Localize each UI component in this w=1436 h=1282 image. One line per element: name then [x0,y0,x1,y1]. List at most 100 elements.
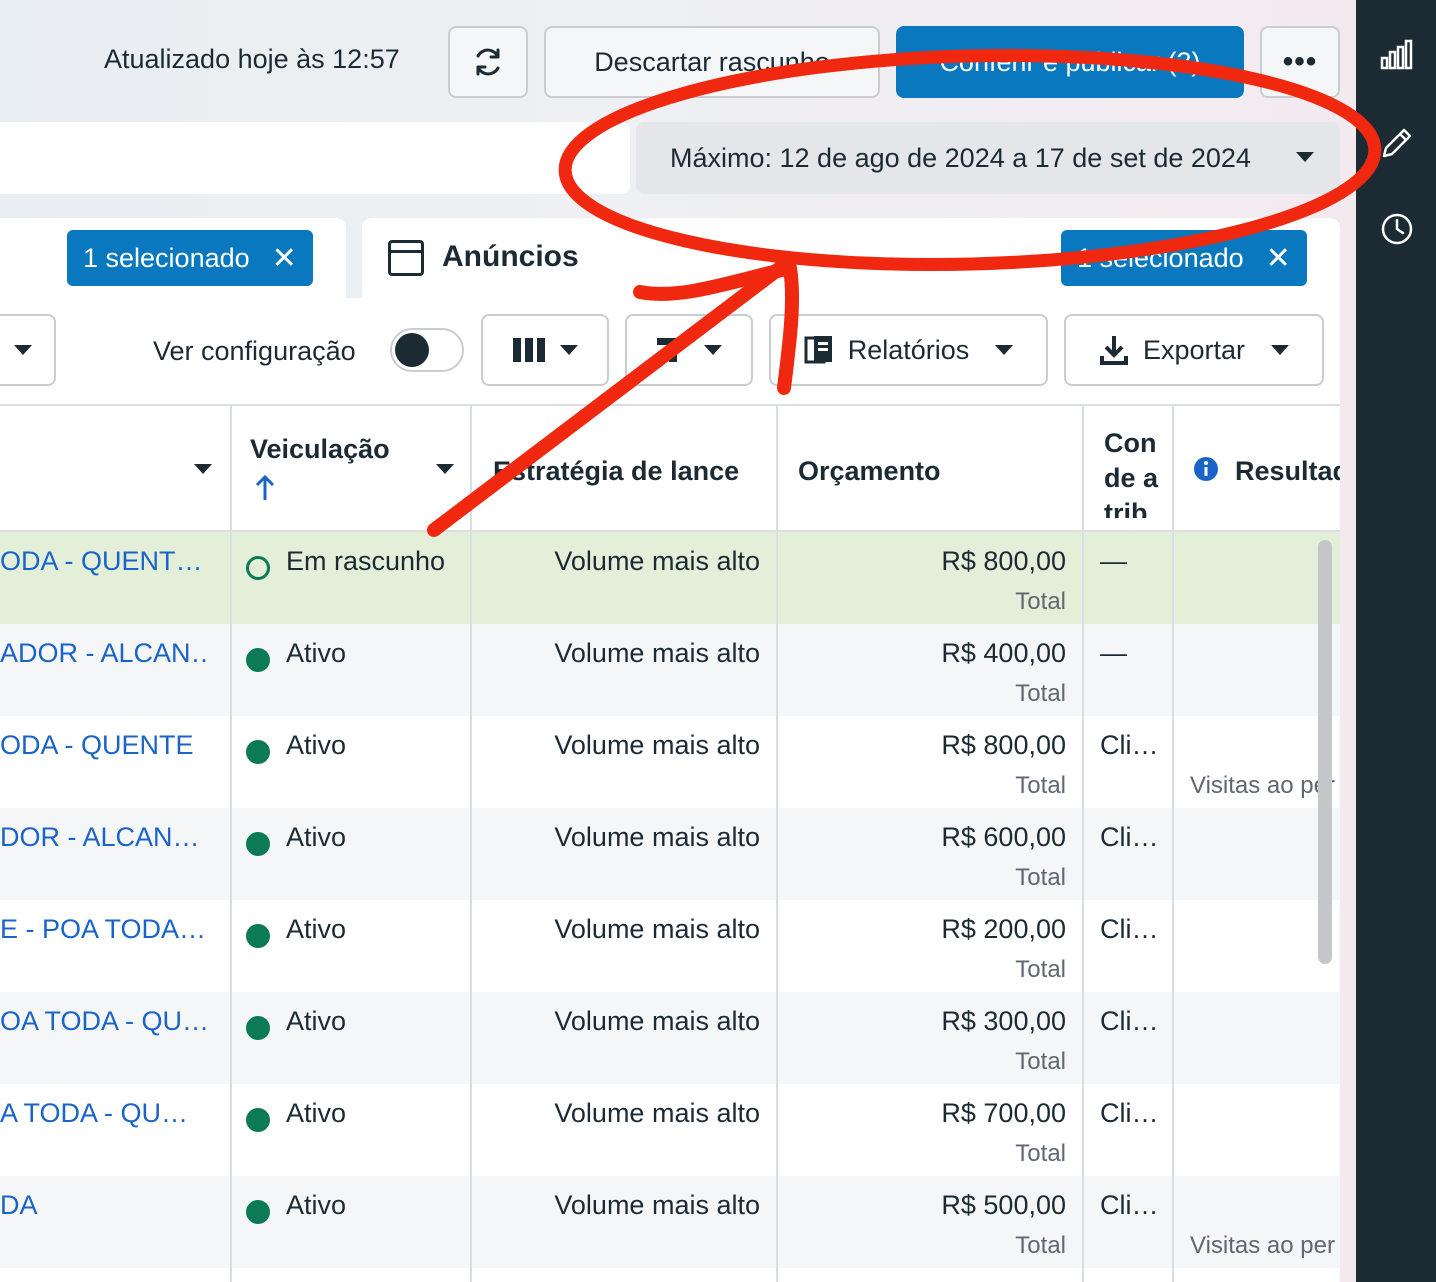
view-dropdown-button[interactable] [0,314,56,386]
columns-button[interactable] [481,314,609,386]
ad-name-link[interactable]: E - POA TODA… [0,914,210,945]
ads-manager-main: Atualizado hoje às 12:57 Descartar rascu… [0,0,1356,1282]
table-scrollbar[interactable] [1318,540,1332,964]
ad-name-link[interactable]: ODA - QUENT… [0,546,210,577]
chevron-down-icon [1271,345,1290,355]
close-icon[interactable]: ✕ [1266,241,1291,276]
status-active-icon [246,832,270,856]
column-divider [1172,404,1174,1282]
sort-dropdown-icon[interactable] [194,464,212,474]
info-icon[interactable] [1193,456,1219,482]
attribution-value: Cli… [1100,1098,1159,1128]
bid-strategy: Volume mais alto [554,1098,760,1128]
bid-strategy: Volume mais alto [554,730,760,760]
chevron-down-icon [995,345,1014,355]
header-resultados-label: Resultados [1235,456,1340,486]
discard-draft-button[interactable]: Descartar rascunho [544,26,880,98]
budget-type: Total [1015,772,1066,799]
search-bar[interactable] [0,122,630,194]
result-type: Visitas ao per [1190,1232,1335,1259]
date-range-label: Máximo: 12 de ago de 2024 a 17 de set de… [670,142,1251,173]
bid-strategy: Volume mais alto [554,638,760,668]
status-text: Ativo [286,730,347,760]
column-divider [776,404,778,1282]
export-label: Exportar [1142,334,1246,365]
attribution-value: Cli… [1100,1190,1159,1220]
budget-value[interactable]: R$ 800,00 [778,730,1066,761]
table-row[interactable]: DA Ativo Volume mais alto R$ 500,00 Tota… [0,1176,1340,1268]
budget-value[interactable]: R$ 400,00 [778,638,1066,669]
attribution-value: Cli… [1100,1006,1159,1036]
attribution-value: Cli… [1100,730,1159,760]
breakdown-button[interactable] [625,314,753,386]
status-active-icon [246,1016,270,1040]
chevron-down-icon[interactable] [436,464,454,474]
budget-value[interactable]: R$ 700,00 [778,1098,1066,1129]
ad-name-link[interactable]: DA [0,1190,210,1221]
budget-type: Total [1015,956,1066,983]
date-range-picker[interactable]: Máximo: 12 de ago de 2024 a 17 de set de… [636,122,1340,194]
ad-name-link[interactable]: A TODA - QU… [0,1098,210,1129]
header-resultados[interactable]: Resultados [1235,456,1340,487]
bar-chart-icon[interactable] [1380,38,1414,72]
table-row[interactable]: ODA - QUENT… Em rascunho Volume mais alt… [0,532,1340,624]
status-active-icon [246,1108,270,1132]
selection-chip-ads[interactable]: 1 selecionado ✕ [1061,230,1307,286]
status-text: Ativo [286,1098,347,1128]
status-text: Ativo [286,822,347,852]
review-publish-button[interactable]: Conferir e publicar (3) [896,26,1244,98]
budget-value[interactable]: R$ 800,00 [778,546,1066,577]
status-draft-icon [246,556,270,580]
clock-icon[interactable] [1380,212,1414,246]
status-active-icon [246,924,270,948]
table-row[interactable]: OA TODA - QU… Ativo Volume mais alto R$ … [0,992,1340,1084]
status-text: Ativo [286,638,347,668]
more-options-button[interactable]: ••• [1260,26,1340,98]
table-row[interactable]: A TODA - QU… Ativo Volume mais alto R$ 7… [0,1084,1340,1176]
columns-icon [513,338,545,362]
column-divider [230,404,232,1282]
bid-strategy: Volume mais alto [554,914,760,944]
column-divider [470,404,472,1282]
chevron-down-icon [14,345,32,355]
sort-ascending-icon[interactable] [254,474,276,502]
budget-value[interactable]: R$ 500,00 [778,1190,1066,1221]
reports-button[interactable]: Relatórios [769,314,1048,386]
reports-icon [804,336,832,364]
selection-chip-label: 1 selecionado [1077,242,1244,273]
budget-type: Total [1015,588,1066,615]
export-button[interactable]: Exportar [1064,314,1324,386]
bid-strategy: Volume mais alto [554,822,760,852]
ad-name-link[interactable]: ADOR - ALCAN… [0,638,210,669]
table-row[interactable]: E - POA TODA… Ativo Volume mais alto R$ … [0,900,1340,992]
selection-chip-ad-sets[interactable]: 1 selecionado ✕ [67,230,313,286]
reports-label: Relatórios [847,334,970,365]
refresh-icon [476,48,500,76]
budget-value[interactable]: R$ 300,00 [778,1006,1066,1037]
close-icon[interactable]: ✕ [272,241,297,276]
header-config-atribuicao[interactable]: Con de atrib [1104,426,1162,518]
ad-name-link[interactable]: OA TODA - QU… [0,1006,210,1037]
budget-type: Total [1015,1232,1066,1259]
status-text: Ativo [286,1006,347,1036]
pencil-icon[interactable] [1380,126,1414,160]
header-veiculacao[interactable]: Veiculação [250,434,390,465]
ad-name-link[interactable]: ODA - QUENTE [0,730,210,761]
budget-value[interactable]: R$ 200,00 [778,914,1066,945]
header-estrategia-lance[interactable]: Estratégia de lance [493,456,739,487]
view-settings-toggle[interactable] [390,328,464,372]
status-active-icon [246,648,270,672]
attribution-value: Cli… [1100,914,1159,944]
header-estrategia-label: Estratégia de lance [493,456,740,486]
table-row[interactable]: ODA - QUENTE Ativo Volume mais alto R$ 8… [0,716,1340,808]
table-row[interactable]: ADOR - ALCAN… Ativo Volume mais alto R$ … [0,624,1340,716]
table-row[interactable]: DOR - ALCAN… Ativo Volume mais alto R$ 6… [0,808,1340,900]
budget-value[interactable]: R$ 600,00 [778,822,1066,853]
ad-name-link[interactable]: DOR - ALCAN… [0,822,210,853]
header-orcamento[interactable]: Orçamento [798,456,941,487]
header-config-label: Con de atrib [1104,428,1159,518]
last-updated-text: Atualizado hoje às 12:57 [104,44,400,74]
header-orcamento-label: Orçamento [798,456,941,486]
refresh-button[interactable] [448,26,528,98]
ad-window-icon [388,240,424,276]
